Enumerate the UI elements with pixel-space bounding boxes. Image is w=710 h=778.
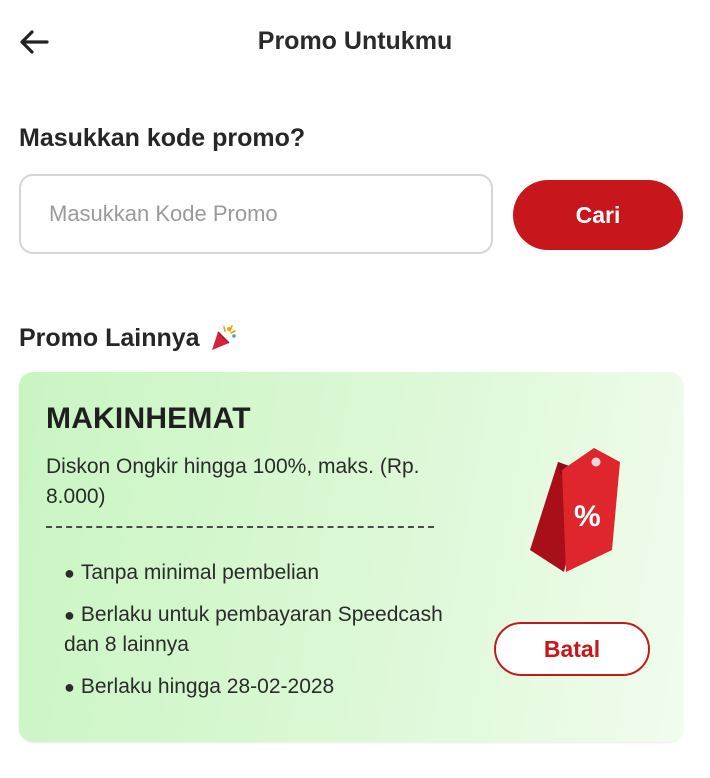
discount-tag-icon: % [530, 448, 620, 572]
other-promos-heading: Promo Lainnya [19, 323, 238, 353]
header: Promo Untukmu [0, 0, 710, 84]
promo-terms: ● Tanpa minimal pembelian ● Berlaku untuk … [64, 558, 444, 714]
dashed-divider [46, 526, 434, 528]
cancel-button[interactable]: Batal [494, 622, 650, 676]
bullet-icon: ● [64, 677, 75, 697]
search-button[interactable]: Cari [513, 180, 683, 250]
promo-term: ● Tanpa minimal pembelian [64, 561, 320, 584]
promo-code-label: Masukkan kode promo? [19, 124, 306, 152]
promo-code: MAKINHEMAT [46, 402, 251, 435]
page-title: Promo Untukmu [257, 27, 453, 55]
promo-code-input[interactable] [19, 174, 493, 254]
bullet-icon: ● [64, 563, 75, 583]
promo-description: Diskon Ongkir hingga 100%, maks. (Rp. 8.… [46, 455, 420, 508]
party-popper-icon [211, 325, 236, 350]
promo-card[interactable]: MAKINHEMAT Diskon Ongkir hingga 100%, ma… [19, 372, 683, 742]
svg-text:%: % [574, 500, 601, 533]
other-promos-label: Promo Lainnya [19, 323, 200, 352]
bullet-icon: ● [64, 605, 75, 625]
promo-term: ● Berlaku hingga 28-02-2028 [64, 675, 335, 698]
promo-term: ● Berlaku untuk pembayaran Speedcash dan … [64, 603, 443, 656]
